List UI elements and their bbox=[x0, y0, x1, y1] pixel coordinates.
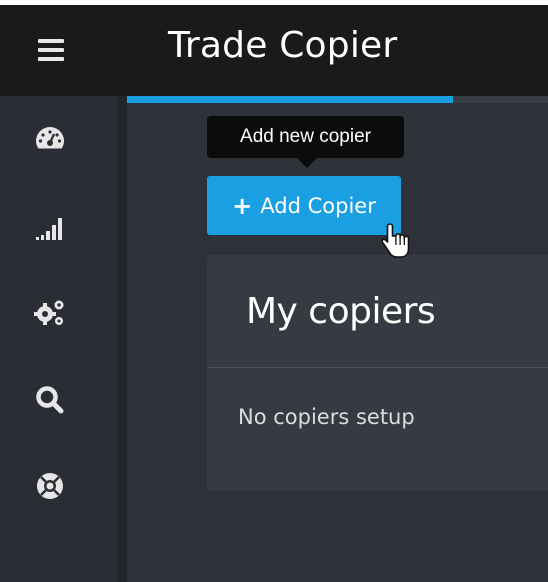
lifebuoy-icon bbox=[37, 473, 63, 499]
sidebar bbox=[0, 96, 117, 582]
gears-icon bbox=[34, 300, 64, 325]
card-header: My copiers bbox=[207, 255, 548, 367]
dashboard-icon bbox=[36, 127, 64, 149]
hand-cursor-icon bbox=[381, 223, 410, 258]
add-copier-button[interactable]: + Add Copier bbox=[207, 176, 401, 235]
card-divider bbox=[207, 367, 548, 368]
plus-icon: + bbox=[232, 191, 253, 220]
sidebar-item-support[interactable] bbox=[30, 468, 70, 504]
sidebar-divider bbox=[117, 96, 127, 582]
tooltip-arrow bbox=[297, 158, 317, 168]
tooltip: Add new copier bbox=[207, 116, 404, 158]
tab-active-indicator[interactable] bbox=[127, 96, 453, 103]
empty-state-text: No copiers setup bbox=[238, 405, 415, 429]
add-copier-label: Add Copier bbox=[260, 193, 376, 218]
signal-bars-icon bbox=[36, 218, 62, 240]
card-title: My copiers bbox=[246, 291, 436, 332]
hamburger-menu-icon[interactable] bbox=[38, 39, 64, 63]
app-window: Trade Copier Add new copier + Add Copier… bbox=[0, 0, 548, 582]
sidebar-item-signals[interactable] bbox=[30, 208, 70, 244]
sidebar-item-dashboard[interactable] bbox=[30, 120, 70, 156]
header-bar: Trade Copier bbox=[0, 5, 548, 96]
sidebar-item-search[interactable] bbox=[30, 382, 70, 418]
page-title: Trade Copier bbox=[168, 25, 398, 66]
search-icon bbox=[36, 386, 64, 414]
my-copiers-card: My copiers No copiers setup bbox=[207, 255, 548, 491]
sidebar-item-settings[interactable] bbox=[30, 294, 70, 330]
